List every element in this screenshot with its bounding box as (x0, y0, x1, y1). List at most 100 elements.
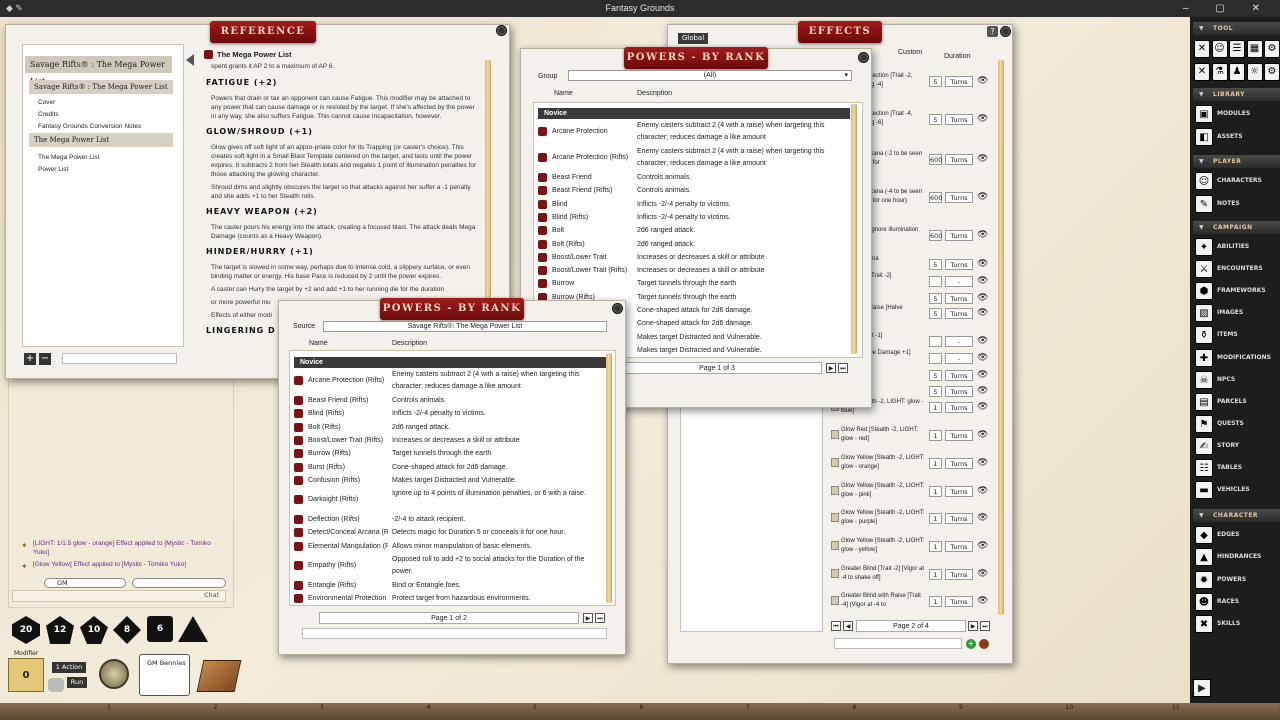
list-item[interactable]: Beast Friend (Rifts)Controls animals. (536, 184, 848, 197)
bennies-token-icon[interactable] (99, 659, 129, 689)
effect-label[interactable]: Glow Yellow [Stealth -2, LIGHT: glow - o… (841, 454, 925, 476)
effect-label[interactable]: Glow Yellow [Stealth -2, LIGHT: glow - p… (841, 482, 925, 504)
visibility-eye-icon[interactable]: 👁 (977, 541, 988, 552)
effect-row[interactable]: Glow Yellow [Stealth -2, LIGHT: glow - p… (829, 507, 994, 535)
effect-duration-value[interactable]: 5 (929, 76, 942, 87)
toc-item[interactable]: Fantasy Grounds Conversion Notes (38, 123, 141, 130)
effect-duration-value[interactable]: 1 (929, 430, 942, 441)
list-item[interactable]: Beast Friend (Rifts)Controls animals. (292, 394, 604, 407)
group-select[interactable]: (All)▾ (568, 70, 852, 81)
sidebar-item-edges[interactable]: ◆EDGES (1193, 525, 1280, 545)
powers-source-novice-header[interactable]: Novice (294, 357, 606, 368)
sidebar-item-skills[interactable]: ✖SKILLS (1193, 614, 1280, 634)
list-item[interactable]: Darksight (Rifts)Ignore up to 4 points o… (292, 487, 604, 513)
effect-duration-value[interactable]: 1 (929, 541, 942, 552)
effect-row[interactable]: Glow Yellow [Stealth -2, LIGHT: glow - p… (829, 480, 994, 507)
effect-duration-unit[interactable]: Turns (945, 541, 973, 552)
options-icon[interactable]: ⚙ (1264, 63, 1280, 81)
effect-duration-unit[interactable]: Turns (945, 596, 973, 607)
visibility-eye-icon[interactable]: 👁 (977, 192, 988, 203)
effect-duration-value[interactable]: 1 (929, 569, 942, 580)
list-item[interactable]: Bolt2d6 ranged attack. (536, 224, 848, 237)
effect-drag-icon[interactable] (831, 430, 839, 439)
sidebar-item-characters[interactable]: ☺CHARACTERS (1193, 171, 1280, 191)
list-item[interactable]: Beast FriendControls animals. (536, 171, 848, 184)
d8-die[interactable]: 8 (113, 616, 141, 644)
toc-item[interactable]: Cover (38, 99, 55, 106)
visibility-eye-icon[interactable]: 👁 (977, 308, 988, 319)
effect-duration-unit[interactable]: Turns (945, 230, 973, 241)
sidebar-item-images[interactable]: ▨IMAGES (1193, 303, 1280, 323)
effect-row[interactable]: Glow Red [Stealth -2, LIGHT: glow - red]… (829, 424, 994, 452)
sidebar-item-frameworks[interactable]: ⬢FRAMEWORKS (1193, 281, 1280, 301)
effect-duration-unit[interactable]: Turns (945, 513, 973, 524)
source-field[interactable]: Savage Rifts®: The Mega Power List (323, 321, 607, 332)
powers-group-next-page[interactable]: ▶ (826, 363, 836, 373)
list-item[interactable]: Empathy (Rifts)Opposed roll to add +2 to… (292, 553, 604, 579)
reference-banner[interactable]: REFERENCE (210, 21, 316, 43)
sidebar-item-powers[interactable]: ✹POWERS (1193, 570, 1280, 590)
visibility-eye-icon[interactable]: 👁 (977, 486, 988, 497)
effect-drag-icon[interactable] (831, 513, 839, 522)
run-button[interactable]: Run (67, 677, 87, 688)
effect-row[interactable]: Greater Blind with Raise [Trait -4] (Vig… (829, 590, 994, 616)
effect-row[interactable]: Glow Yellow [Stealth -2, LIGHT: glow - o… (829, 452, 994, 480)
effects-add-button[interactable]: + (966, 639, 976, 649)
effect-duration-unit[interactable]: Turns (945, 569, 973, 580)
sidebar-item-vehicles[interactable]: ▬VEHICLES (1193, 480, 1280, 500)
settings-icon[interactable]: ⚙ (1264, 40, 1280, 58)
list-item[interactable]: BurrowTarget tunnels through the earth (536, 277, 848, 290)
visibility-eye-icon[interactable]: 👁 (977, 353, 988, 364)
list-item[interactable]: Confusion (Rifts)Makes target Distracted… (292, 474, 604, 487)
effects-tab-global[interactable]: Global (678, 33, 708, 44)
effect-duration-value[interactable]: 1 (929, 458, 942, 469)
d12-die[interactable]: 12 (46, 616, 74, 644)
effect-drag-icon[interactable] (831, 541, 839, 550)
toc-item[interactable]: Savage Rifts® : The Mega Power List (25, 56, 172, 73)
sidebar-header-player[interactable]: PLAYER (1193, 155, 1280, 168)
effect-duration-unit[interactable]: Turns (945, 486, 973, 497)
sidebar-item-hindrances[interactable]: ▲HINDRANCES (1193, 547, 1280, 567)
effect-duration-unit[interactable]: Turns (945, 458, 973, 469)
effect-duration-value[interactable]: 600 (929, 192, 942, 203)
powers-source-banner[interactable]: POWERS - BY RANK (380, 298, 524, 320)
list-item[interactable]: Blind (Rifts)Inflicts -2/-4 penalty to v… (536, 211, 848, 224)
one-action-button[interactable]: 1 Action (52, 662, 86, 673)
window-controls[interactable]: – ▢ ✕ (1183, 0, 1272, 17)
effects-first-page[interactable]: ⏮ (831, 621, 841, 631)
effect-duration-value[interactable] (929, 276, 942, 287)
effect-drag-icon[interactable] (831, 486, 839, 495)
effects-edit-button[interactable] (979, 639, 989, 649)
sidebar-header-campaign[interactable]: CAMPAIGN (1193, 221, 1280, 234)
sidebar-header-character[interactable]: CHARACTER (1193, 509, 1280, 522)
effect-duration-unit[interactable]: Turns (945, 76, 973, 87)
effect-label[interactable]: Greater Blind [Trait -2] [Vigor at -4 to… (841, 565, 925, 587)
combat-tracker-icon[interactable]: ✕ (1194, 40, 1210, 58)
list-item[interactable]: Elemental Manipulation (RAllows minor ma… (292, 540, 604, 553)
effect-duration-value[interactable]: 1 (929, 596, 942, 607)
list-item[interactable]: Detect/Conceal Arcana (RifDetects magic … (292, 526, 604, 539)
visibility-eye-icon[interactable]: 👁 (977, 569, 988, 580)
powers-source-search-input[interactable] (302, 628, 607, 639)
party-sheet-icon[interactable]: ☺ (1212, 40, 1228, 58)
chat-button[interactable]: Chat (204, 591, 219, 599)
d10-die[interactable]: 10 (80, 616, 108, 644)
effect-duration-value[interactable]: 1 (929, 486, 942, 497)
sidebar-item-parcels[interactable]: ▤PARCELS (1193, 392, 1280, 412)
effect-label[interactable]: Greater Blind with Raise [Trait -4] (Vig… (841, 592, 925, 614)
list-item[interactable]: Entangle (Rifts)Bind or Entangle foes. (292, 579, 604, 592)
d6-die[interactable]: 6 (147, 616, 173, 642)
list-item[interactable]: Arcane Protection (Rifts)Enemy casters s… (536, 145, 848, 171)
sidebar-item-story[interactable]: ✍STORY (1193, 436, 1280, 456)
sidebar-item-notes[interactable]: ✎NOTES (1193, 194, 1280, 214)
sidebar-item-assets[interactable]: ◧ASSETS (1193, 127, 1280, 147)
effect-duration-value[interactable]: 5 (929, 259, 942, 270)
powers-group-banner[interactable]: POWERS - BY RANK (624, 47, 768, 69)
effect-duration-unit[interactable]: - (945, 276, 973, 287)
effect-duration-value[interactable] (929, 353, 942, 364)
toc-collapse-arrow[interactable] (186, 54, 194, 66)
effect-duration-value[interactable]: 5 (929, 114, 942, 125)
d4-die[interactable] (178, 616, 208, 642)
toc-item[interactable]: Power List (38, 166, 68, 173)
toc-remove-button[interactable]: − (39, 353, 51, 365)
